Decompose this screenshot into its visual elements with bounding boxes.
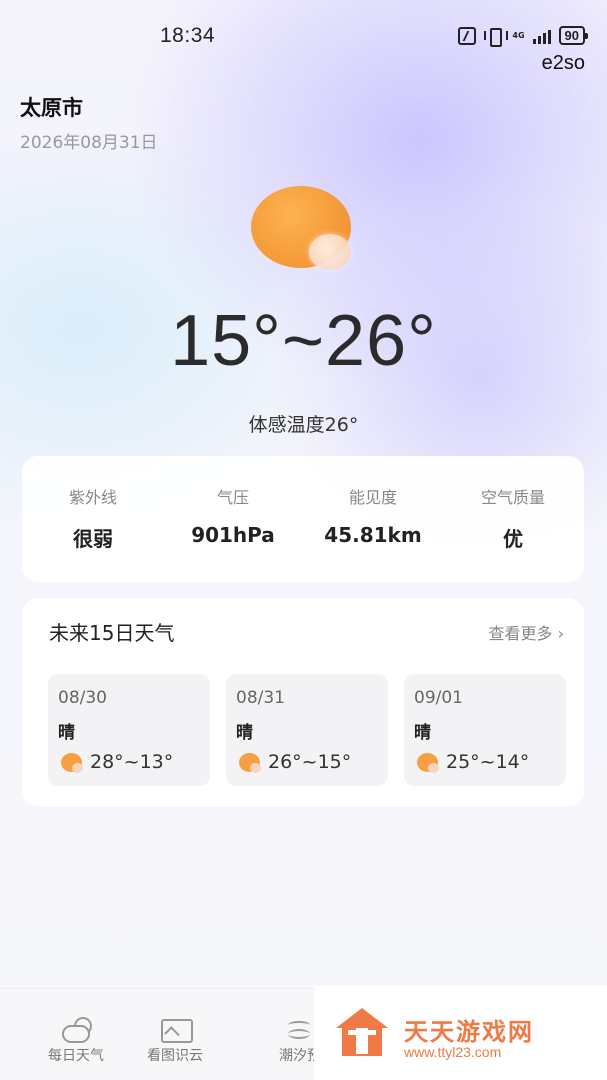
forecast-day-condition: 晴 <box>58 723 75 743</box>
sun-icon <box>239 753 261 773</box>
stat-value: 优 <box>503 527 523 551</box>
forecast-day-condition: 晴 <box>414 723 431 743</box>
stat-label: 气压 <box>216 488 249 507</box>
nav-label: 看图识云 <box>147 1048 203 1064</box>
vibrate-icon <box>484 27 509 47</box>
nav-item-cloud-recognition[interactable]: 看图识云 <box>125 989 225 1080</box>
temperature-range: 15°~26° <box>170 301 437 381</box>
status-icons: 4G 90 <box>458 26 589 47</box>
city-name[interactable]: 太原市 <box>20 92 83 122</box>
nav-item-daily-weather[interactable]: 每日天气 <box>26 989 126 1080</box>
carrier-text: e2so <box>541 52 585 74</box>
forecast-day-card[interactable]: 09/01 晴 25°~14° <box>404 674 566 786</box>
forecast-day-card[interactable]: 08/31 晴 26°~15° <box>226 674 388 786</box>
sun-icon <box>61 753 83 773</box>
stat-label: 空气质量 <box>480 488 545 507</box>
sun-with-cloud-icon <box>251 186 353 270</box>
weather-stats-card: 紫外线 很弱 气压 901hPa 能见度 45.81km 空气质量 优 <box>22 456 584 582</box>
tide-icon <box>284 1017 316 1041</box>
stat-label: 紫外线 <box>68 488 117 507</box>
stat-value: 45.81km <box>324 523 422 547</box>
forecast-day-temp: 26°~15° <box>268 751 352 773</box>
forecast-day-condition: 晴 <box>236 723 253 743</box>
stat-value: 901hPa <box>191 523 275 547</box>
forecast-day-temp: 28°~13° <box>90 751 174 773</box>
status-bar: 18:34 4G 90 e2so <box>0 0 607 74</box>
signal-strength-icon <box>532 28 551 44</box>
sun-icon <box>417 753 439 773</box>
stat-label: 能见度 <box>348 488 397 507</box>
watermark: 天天游戏网 www.ttyl23.com <box>314 986 607 1080</box>
battery-icon: 90 <box>558 26 589 45</box>
watermark-title: 天天游戏网 <box>404 1018 534 1046</box>
chevron-right-icon: › <box>557 624 564 643</box>
forecast-day-date: 08/31 <box>236 688 285 708</box>
see-more-link[interactable]: 查看更多 › <box>488 620 564 644</box>
forecast-day-card[interactable]: 08/30 晴 28°~13° <box>48 674 210 786</box>
forecast-day-date: 09/01 <box>414 688 463 708</box>
see-more-label: 查看更多 <box>488 624 553 643</box>
image-cloud-icon <box>159 1017 193 1043</box>
current-date: 2026年08月31日 <box>20 133 158 153</box>
nfc-icon <box>458 26 477 45</box>
feels-like-temperature: 体感温度26° <box>248 414 359 436</box>
forecast-day-date: 08/30 <box>58 688 107 708</box>
watermark-url: www.ttyl23.com <box>404 1044 502 1060</box>
status-clock: 18:34 <box>160 24 216 47</box>
network-type-label: 4G <box>512 30 525 40</box>
forecast-day-temp: 25°~14° <box>446 751 530 773</box>
nav-label: 每日天气 <box>48 1048 104 1064</box>
stat-value: 很弱 <box>73 527 113 551</box>
forecast-card: 未来15日天气 查看更多 › 08/30 晴 28°~13° 08/31 晴 2… <box>22 598 584 806</box>
cloud-sun-icon <box>60 1017 92 1043</box>
watermark-logo-icon <box>336 1008 388 1058</box>
forecast-title: 未来15日天气 <box>49 621 175 645</box>
